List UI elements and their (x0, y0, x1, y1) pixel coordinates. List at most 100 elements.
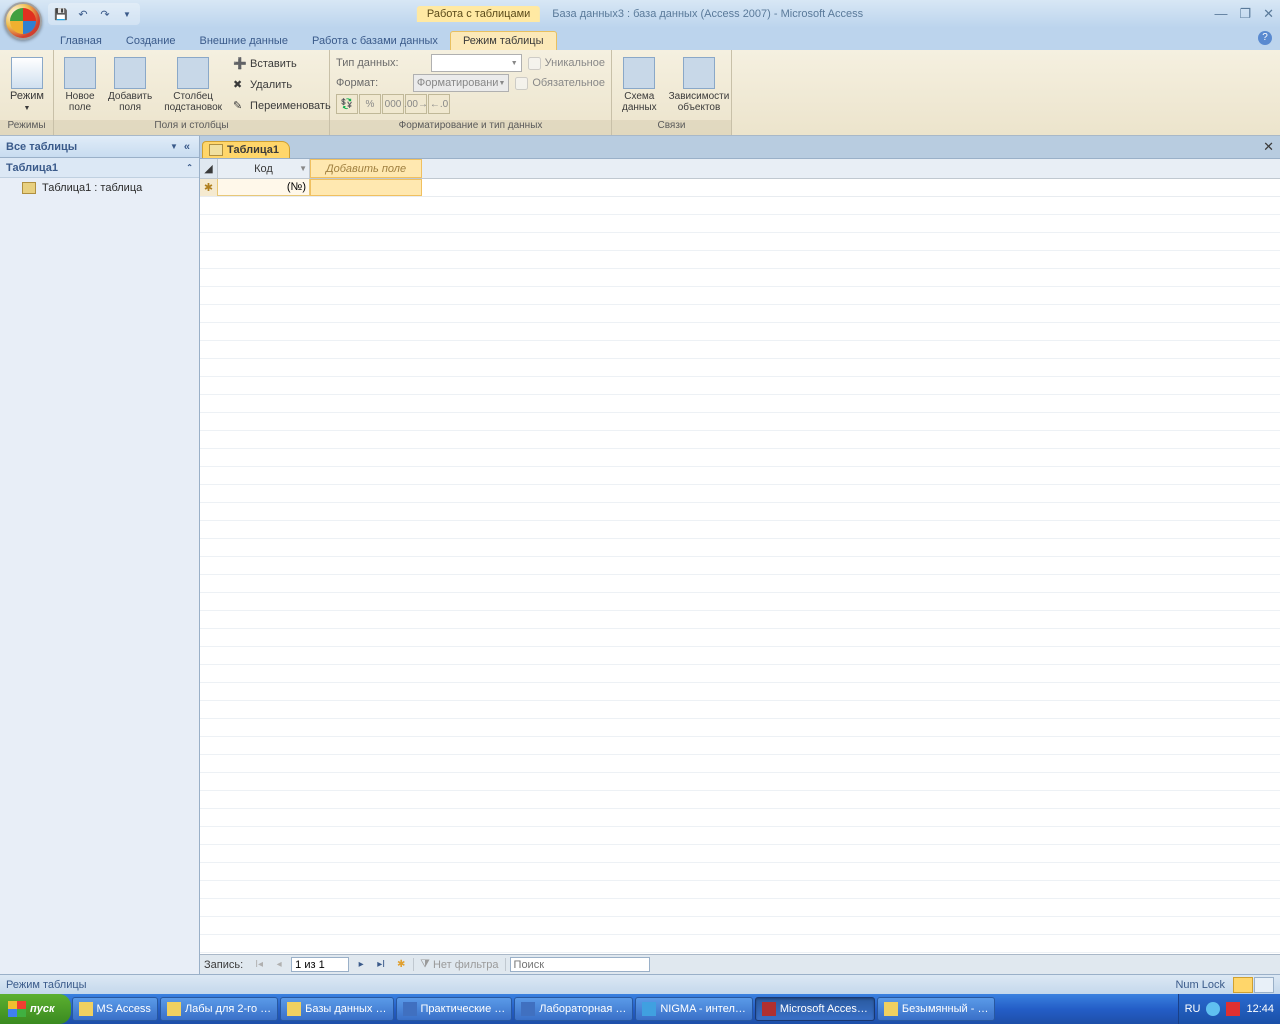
nav-collapse-icon[interactable]: « (181, 141, 193, 153)
column-header-code[interactable]: Код ▼ (218, 159, 310, 178)
delete-field-button[interactable]: ✖Удалить (230, 75, 334, 95)
table-icon (22, 182, 36, 194)
group-views-label: Режимы (0, 120, 53, 135)
dependencies-icon (683, 57, 715, 89)
taskbar-item-1[interactable]: Лабы для 2-го … (160, 997, 278, 1021)
help-icon[interactable]: ? (1258, 31, 1272, 45)
window-title: База данных3 : база данных (Access 2007)… (552, 8, 863, 20)
insert-icon: ➕ (233, 57, 247, 71)
new-field-button[interactable]: Новое поле (60, 52, 100, 118)
view-mode-label: Режим (10, 90, 44, 102)
tab-database-tools[interactable]: Работа с базами данных (300, 32, 450, 50)
unique-checkbox[interactable]: Уникальное (528, 54, 605, 72)
view-mode-button[interactable]: Режим▼ (6, 52, 48, 118)
datasheet[interactable]: ◢ Код ▼ Добавить поле ✱ (№) (200, 158, 1280, 954)
datasheet-header-row: ◢ Код ▼ Добавить поле (200, 159, 1280, 179)
new-record-row[interactable]: ✱ (№) (200, 179, 1280, 197)
tab-datasheet[interactable]: Режим таблицы (450, 31, 557, 50)
filter-indicator[interactable]: ⧩Нет фильтра (413, 958, 505, 971)
tray-icon-1[interactable] (1206, 1002, 1220, 1016)
folder-icon (79, 1002, 93, 1016)
tray-icon-kaspersky[interactable] (1226, 1002, 1240, 1016)
folder-icon (167, 1002, 181, 1016)
status-bar: Режим таблицы Num Lock (0, 974, 1280, 994)
undo-icon[interactable]: ↶ (74, 5, 92, 23)
row-selector-new[interactable]: ✱ (200, 179, 218, 196)
column-header-add-field[interactable]: Добавить поле (310, 159, 422, 178)
cell-add-field[interactable] (310, 179, 422, 196)
nav-item-table1[interactable]: Таблица1 : таблица (0, 178, 199, 198)
taskbar-item-5[interactable]: NIGMA - интел… (635, 997, 753, 1021)
percent-format-button[interactable]: % (359, 94, 381, 114)
document-tab-table1[interactable]: Таблица1 (202, 141, 290, 158)
group-fields-label: Поля и столбцы (54, 120, 329, 135)
office-button[interactable] (4, 2, 42, 40)
add-existing-fields-button[interactable]: Добавить поля (104, 52, 156, 118)
insert-field-button[interactable]: ➕Вставить (230, 54, 334, 74)
decrease-decimals-button[interactable]: ←.0 (428, 94, 450, 114)
restore-button[interactable]: ❐ (1239, 6, 1251, 22)
rename-field-button[interactable]: ✎Переименовать (230, 96, 334, 116)
record-label: Запись: (204, 959, 243, 971)
paint-icon (884, 1002, 898, 1016)
close-button[interactable]: ✕ (1263, 6, 1274, 22)
qat-customize-icon[interactable]: ▼ (118, 5, 136, 23)
format-button-bar: 💱 % 000 .00→ ←.0 (336, 94, 605, 114)
prev-record-button[interactable]: ◂ (271, 959, 287, 970)
currency-format-button[interactable]: 💱 (336, 94, 358, 114)
group-relations-label: Связи (612, 120, 731, 135)
word-icon (403, 1002, 417, 1016)
last-record-button[interactable]: ▸I (373, 959, 389, 970)
access-icon (762, 1002, 776, 1016)
first-record-button[interactable]: I◂ (251, 959, 267, 970)
table-icon (209, 144, 223, 156)
nav-group-collapse-icon[interactable]: ⌃ (186, 163, 193, 172)
minimize-button[interactable]: ― (1214, 6, 1227, 22)
tab-external-data[interactable]: Внешние данные (188, 32, 300, 50)
datatype-combo[interactable]: ▼ (431, 54, 522, 72)
lookup-column-button[interactable]: Столбец подстановок (160, 52, 226, 118)
clock[interactable]: 12:44 (1246, 1003, 1274, 1015)
start-button[interactable]: пуск (0, 994, 71, 1024)
cell-code-new[interactable]: (№) (218, 179, 310, 196)
add-fields-icon (114, 57, 146, 89)
taskbar-item-7[interactable]: Безымянный - … (877, 997, 996, 1021)
relationships-button[interactable]: Схема данных (618, 52, 661, 118)
object-dependencies-button[interactable]: Зависимости объектов (665, 52, 734, 118)
datasheet-view-button[interactable] (1233, 977, 1253, 993)
taskbar-item-3[interactable]: Практические … (396, 997, 513, 1021)
taskbar-item-0[interactable]: MS Access (72, 997, 158, 1021)
language-indicator[interactable]: RU (1185, 1003, 1201, 1015)
redo-icon[interactable]: ↷ (96, 5, 114, 23)
nav-category-dropdown-icon[interactable]: ▼ (167, 142, 181, 151)
document-area: Таблица1 ✕ ◢ Код ▼ Добавить поле (200, 136, 1280, 974)
increase-decimals-button[interactable]: .00→ (405, 94, 427, 114)
tab-create[interactable]: Создание (114, 32, 188, 50)
close-tab-button[interactable]: ✕ (1263, 139, 1274, 155)
new-record-button[interactable]: ✱ (393, 959, 409, 970)
save-icon[interactable]: 💾 (52, 5, 70, 23)
nav-pane-title: Все таблицы (6, 141, 77, 153)
next-record-button[interactable]: ▸ (353, 959, 369, 970)
column-dropdown-icon[interactable]: ▼ (299, 164, 307, 173)
browser-icon (642, 1002, 656, 1016)
format-combo[interactable]: Форматировани▼ (413, 74, 509, 92)
tab-home[interactable]: Главная (48, 32, 114, 50)
thousands-format-button[interactable]: 000 (382, 94, 404, 114)
taskbar-item-6[interactable]: Microsoft Acces… (755, 997, 875, 1021)
new-field-icon (64, 57, 96, 89)
required-checkbox[interactable]: Обязательное (515, 74, 605, 92)
nav-pane-header[interactable]: Все таблицы ▼ « (0, 136, 199, 158)
system-tray: RU 12:44 (1178, 994, 1280, 1024)
taskbar-item-4[interactable]: Лабораторная … (514, 997, 633, 1021)
design-view-button[interactable] (1254, 977, 1274, 993)
ribbon: Режим▼ Режимы Новое поле Добавить поля С… (0, 50, 1280, 136)
record-position-input[interactable] (291, 957, 349, 972)
quick-access-toolbar: 💾 ↶ ↷ ▼ (48, 3, 140, 25)
record-search-input[interactable] (510, 957, 650, 972)
nav-group-table1[interactable]: Таблица1 ⌃ (0, 158, 199, 178)
record-navigator: Запись: I◂ ◂ ▸ ▸I ✱ ⧩Нет фильтра (200, 954, 1280, 974)
ribbon-tab-strip: Главная Создание Внешние данные Работа с… (0, 28, 1280, 50)
taskbar-item-2[interactable]: Базы данных … (280, 997, 393, 1021)
select-all-cell[interactable]: ◢ (200, 159, 218, 178)
